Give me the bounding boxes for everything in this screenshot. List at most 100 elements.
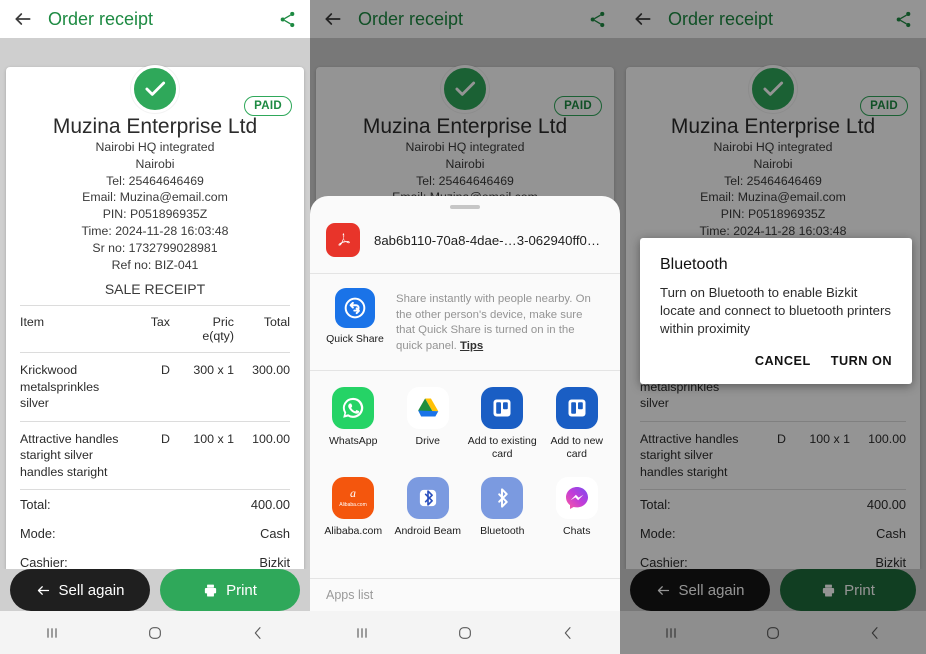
app-bar: Order receipt — [0, 0, 310, 38]
share-app-whatsapp[interactable]: WhatsApp — [316, 383, 391, 469]
cancel-button[interactable]: CANCEL — [755, 354, 811, 368]
table-row: Attractive handles staright silver handl… — [20, 421, 290, 489]
share-app-drive[interactable]: Drive — [391, 383, 466, 469]
back-chevron-icon[interactable] — [250, 625, 266, 641]
sell-again-button[interactable]: Sell again — [10, 569, 150, 611]
panel-bluetooth-dialog: Order receipt PAID Muzina Enterprise Ltd… — [620, 0, 926, 654]
back-chevron-icon[interactable] — [560, 625, 576, 641]
sell-again-label: Sell again — [58, 581, 125, 599]
bluetooth-icon — [481, 477, 524, 519]
quick-share-app[interactable]: Quick Share — [326, 288, 384, 345]
bluetooth-dialog: Bluetooth Turn on Bluetooth to enable Bi… — [640, 238, 912, 384]
receipt-scroll-area[interactable]: PAID Muzina Enterprise Ltd Nairobi HQ in… — [0, 38, 310, 569]
shared-file-name: 8ab6b110-70a8-4dae-…3-062940ff065d.pdf — [374, 232, 604, 248]
print-label: Print — [226, 581, 257, 599]
meta-line: Tel: 25464646469 — [106, 173, 204, 188]
status-badge: PAID — [244, 96, 292, 116]
nav-bar-scrim — [620, 611, 926, 654]
alibaba-icon: a Alibaba.com — [332, 477, 375, 519]
table-header-row: Item Tax Price(qty) Total — [20, 306, 290, 353]
turn-on-button[interactable]: TURN ON — [831, 354, 892, 368]
home-icon[interactable] — [457, 625, 473, 641]
panel-share-sheet: Order receipt PAID Muzina Enterprise Ltd… — [310, 0, 620, 654]
document-type: SALE RECEIPT — [104, 281, 206, 298]
quick-share-label: Quick Share — [326, 333, 384, 345]
business-name: Muzina Enterprise Ltd — [52, 115, 258, 138]
share-app-chats[interactable]: Chats — [540, 473, 615, 546]
share-app-label: Bluetooth — [480, 525, 525, 537]
pdf-icon — [326, 223, 360, 257]
meta-line: Time: 2024-11-28 16:03:48 — [81, 223, 229, 238]
whatsapp-icon — [332, 387, 375, 429]
share-apps-grid: WhatsApp Drive Add to existing card Add … — [310, 371, 620, 556]
tips-link[interactable]: Tips — [460, 340, 483, 352]
share-app-label: Add to new card — [550, 435, 604, 460]
mode-value: Cash — [260, 526, 290, 542]
meta-line: Ref no: BIZ-041 — [111, 257, 199, 272]
quick-share-text: Share instantly with people nearby. On t… — [396, 293, 591, 352]
recents-icon[interactable] — [44, 625, 60, 641]
cell-item: Attractive handles staright silver handl… — [20, 431, 119, 479]
receipt-meta: Nairobi HQ integrated Nairobi Tel: 25464… — [20, 139, 290, 273]
arrow-left-icon — [37, 585, 49, 595]
panel-receipt: Order receipt PAID Muzina Enterprise Ltd… — [0, 0, 310, 654]
col-price: Price(qty) — [202, 315, 234, 344]
items-table: Item Tax Price(qty) Total Krickwood meta… — [20, 306, 290, 489]
dialog-message: Turn on Bluetooth to enable Bizkit locat… — [660, 285, 891, 336]
cell-total: 100.00 — [252, 431, 290, 446]
page-title: Order receipt — [48, 8, 154, 29]
quick-share-section[interactable]: Quick Share Share instantly with people … — [310, 274, 620, 370]
cashier-value: Bizkit — [259, 555, 290, 569]
cell-price: 300 x 1 — [193, 363, 234, 378]
table-row: Krickwood metalsprinkles silver D 300 x … — [20, 352, 290, 422]
cell-item: Krickwood metalsprinkles silver — [20, 363, 100, 411]
cell-tax: D — [161, 363, 170, 378]
apps-list-button[interactable]: Apps list — [310, 578, 620, 611]
share-app-label: Add to existing card — [467, 435, 537, 460]
share-app-label: Alibaba.com — [324, 525, 383, 537]
totals-section: Total: 400.00 Mode: Cash Cashier: Bizkit — [20, 489, 290, 569]
cell-price: 100 x 1 — [193, 431, 234, 446]
cashier-row: Cashier: Bizkit — [20, 548, 290, 569]
android-nav-bar — [0, 611, 310, 654]
svg-text:Alibaba.com: Alibaba.com — [339, 502, 367, 508]
dialog-buttons: CANCEL TURN ON — [660, 354, 892, 374]
share-app-label: Android Beam — [394, 525, 462, 537]
meta-line: PIN: P051896935Z — [102, 207, 208, 222]
bluetooth-beam-icon — [406, 477, 449, 519]
home-icon[interactable] — [147, 625, 163, 641]
meta-line: Nairobi — [135, 156, 175, 171]
shared-file-row[interactable]: 8ab6b110-70a8-4dae-…3-062940ff065d.pdf — [310, 209, 620, 273]
mode-label: Mode: — [20, 526, 56, 542]
meta-line: Email: Muzina@email.com — [82, 190, 228, 205]
back-icon[interactable] — [12, 8, 34, 30]
quick-share-icon — [335, 288, 375, 328]
meta-line: Nairobi HQ integrated — [95, 140, 215, 154]
total-value: 400.00 — [250, 497, 290, 513]
meta-line: Sr no: 1732799028981 — [92, 240, 218, 255]
col-tax: Tax — [150, 315, 170, 330]
share-app-trello-new[interactable]: Add to new card — [540, 383, 615, 469]
recents-icon[interactable] — [354, 625, 370, 641]
total-row: Total: 400.00 — [20, 489, 290, 519]
share-sheet: 8ab6b110-70a8-4dae-…3-062940ff065d.pdf Q… — [310, 196, 620, 611]
share-app-bluetooth[interactable]: Bluetooth — [465, 473, 540, 546]
svg-text:a: a — [350, 486, 356, 500]
mode-row: Mode: Cash — [20, 519, 290, 548]
share-app-label: WhatsApp — [329, 435, 378, 447]
printer-icon — [204, 584, 217, 596]
total-label: Total: — [20, 497, 51, 513]
share-app-label: Drive — [415, 435, 440, 447]
share-app-android-beam[interactable]: Android Beam — [391, 473, 466, 546]
share-app-alibaba[interactable]: a Alibaba.com Alibaba.com — [316, 473, 391, 546]
print-button[interactable]: Print — [160, 569, 300, 611]
share-icon[interactable] — [276, 8, 298, 30]
android-nav-bar — [310, 611, 620, 654]
action-bar: Sell again Print — [0, 569, 310, 611]
share-app-trello-existing[interactable]: Add to existing card — [465, 383, 540, 469]
cell-tax: D — [161, 431, 170, 446]
cashier-label: Cashier: — [20, 555, 68, 569]
share-app-label: Chats — [563, 525, 591, 537]
trello-icon — [555, 387, 598, 429]
trello-icon — [481, 387, 524, 429]
